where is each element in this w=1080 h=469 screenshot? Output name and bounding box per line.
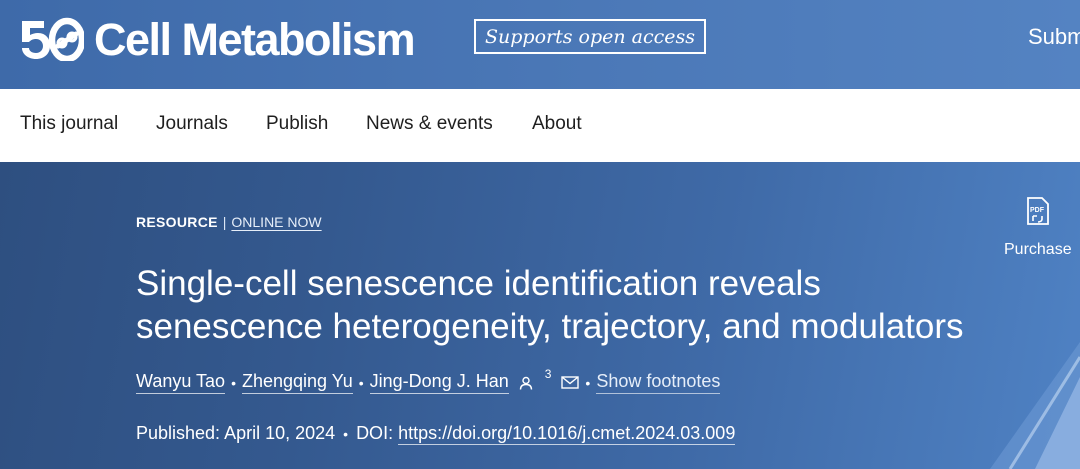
footnote-marker[interactable]: 3: [545, 367, 552, 381]
nav-item-publish[interactable]: Publish: [266, 113, 328, 135]
nav-item-about[interactable]: About: [532, 113, 582, 135]
main-nav: This journal Journals Publish News & eve…: [0, 89, 1080, 162]
author-link[interactable]: Jing-Dong J. Han: [369, 371, 509, 394]
submit-link[interactable]: Subm: [1028, 24, 1080, 50]
article-type: RESOURCE: [136, 214, 218, 230]
article-type-line: RESOURCE | ONLINE NOW: [136, 214, 322, 230]
nav-item-news-events[interactable]: News & events: [366, 113, 493, 135]
nav-item-this-journal[interactable]: This journal: [20, 113, 118, 135]
doi-label: DOI:: [356, 423, 394, 443]
article-status-link[interactable]: ONLINE NOW: [231, 214, 321, 230]
article-title-line-2: senescence heterogeneity, trajectory, an…: [136, 307, 964, 346]
envelope-icon[interactable]: [561, 376, 580, 389]
publication-info: Published: April 10, 2024 • DOI: https://d…: [136, 423, 736, 445]
author-link[interactable]: Wanyu Tao: [136, 371, 226, 394]
info-separator: •: [343, 426, 349, 442]
article-header: RESOURCE | ONLINE NOW Single-cell senescen…: [0, 162, 1080, 469]
author-separator: •: [231, 374, 236, 391]
article-title: Single-cell senescence identification re…: [136, 262, 1066, 348]
published-date: April 10, 2024: [224, 423, 336, 443]
open-access-badge[interactable]: Supports open access: [474, 19, 707, 54]
svg-text:PDF: PDF: [1030, 207, 1045, 214]
doi-link[interactable]: https://doi.org/10.1016/j.cmet.2024.03.0…: [398, 423, 736, 445]
author-list: Wanyu Tao • Zhengqing Yu • Jing-Dong J. …: [136, 367, 721, 394]
type-separator: |: [222, 214, 227, 230]
anniversary-50-logo-icon: [22, 17, 84, 61]
purchase-link[interactable]: Purchase: [1004, 241, 1072, 259]
journal-name: Cell Metabolism: [94, 13, 416, 65]
author-separator: •: [585, 374, 591, 391]
author-link[interactable]: Zhengqing Yu: [241, 371, 353, 394]
journal-banner: Cell Metabolism Supports open access Sub…: [0, 0, 1080, 89]
nav-item-journals[interactable]: Journals: [156, 113, 228, 135]
pdf-icon[interactable]: PDF: [1026, 197, 1050, 225]
author-separator: •: [358, 374, 364, 391]
article-title-line-1: Single-cell senescence identification re…: [136, 264, 821, 303]
published-label: Published:: [136, 423, 221, 443]
person-icon[interactable]: [519, 376, 533, 390]
journal-logo[interactable]: Cell Metabolism: [18, 13, 416, 65]
show-footnotes-link[interactable]: Show footnotes: [596, 371, 721, 394]
